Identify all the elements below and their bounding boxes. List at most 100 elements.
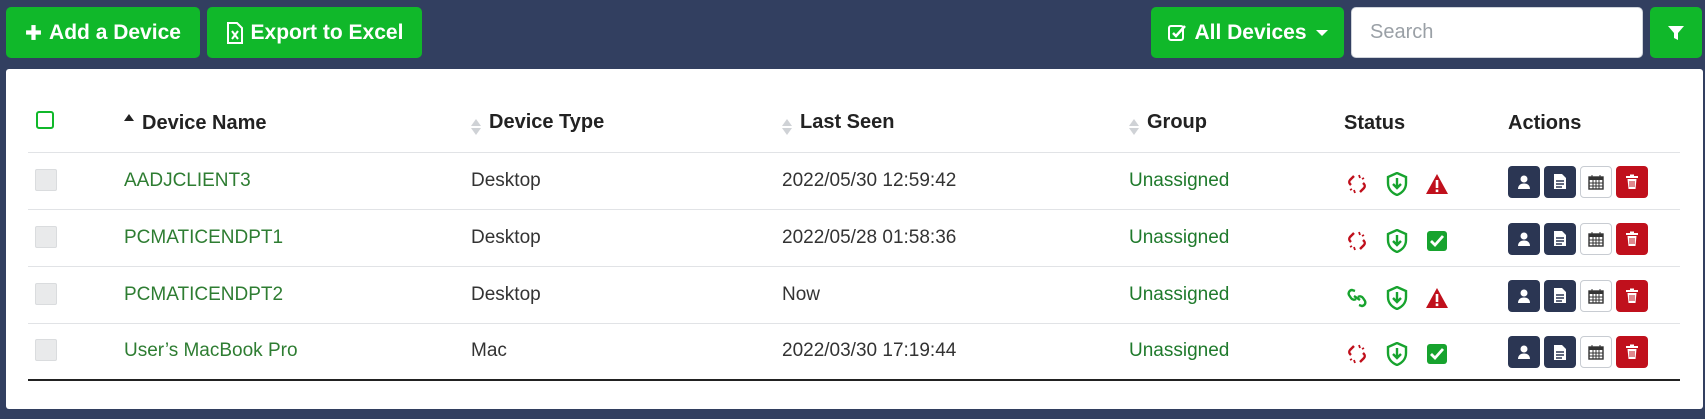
sort-ascending-icon: [124, 113, 134, 121]
trash-icon: [1626, 344, 1638, 360]
device-group: Unassigned: [1129, 169, 1230, 191]
device-name-link[interactable]: PCMATICENDPT1: [124, 227, 283, 248]
user-icon: [1518, 289, 1530, 303]
export-excel-label: Export to Excel: [250, 20, 404, 44]
delete-action-button[interactable]: [1616, 165, 1648, 198]
document-icon: [1554, 231, 1566, 246]
all-devices-label: All Devices: [1194, 20, 1307, 44]
user-action-button[interactable]: [1508, 165, 1540, 198]
excel-file-icon: [226, 21, 243, 44]
row-actions: [1508, 334, 1680, 369]
calendar-action-button[interactable]: [1580, 279, 1612, 312]
column-actions-label: Actions: [1508, 111, 1582, 134]
status-icons: [1344, 222, 1508, 254]
calendar-icon: [1588, 288, 1604, 304]
select-all-checkbox[interactable]: [36, 110, 54, 129]
search-input[interactable]: [1351, 7, 1643, 58]
device-name-link[interactable]: User’s MacBook Pro: [124, 340, 298, 361]
check-icon: [1424, 341, 1450, 367]
device-type: Mac: [471, 340, 507, 362]
device-name-link[interactable]: AADJCLIENT3: [124, 170, 251, 191]
column-last-seen[interactable]: Last Seen: [782, 91, 1129, 153]
column-device-type[interactable]: Device Type: [471, 91, 782, 153]
calendar-action-button[interactable]: [1580, 165, 1612, 198]
shield-icon: [1384, 171, 1410, 197]
last-seen: 2022/05/28 01:58:36: [782, 226, 957, 248]
warning-icon: [1424, 285, 1450, 311]
table-row: User’s MacBook Pro Mac 2022/03/30 17:19:…: [28, 323, 1680, 381]
delete-action-button[interactable]: [1616, 222, 1648, 255]
warning-icon: [1424, 171, 1450, 197]
user-action-button[interactable]: [1508, 279, 1540, 312]
row-actions: [1508, 164, 1680, 198]
calendar-action-button[interactable]: [1580, 336, 1612, 369]
document-icon: [1554, 288, 1566, 303]
broken-link-icon: [1344, 171, 1370, 197]
checkbox-icon: [1168, 24, 1187, 41]
calendar-icon: [1588, 174, 1604, 190]
last-seen: 2022/05/30 12:59:42: [782, 169, 957, 191]
toolbar: Add a Device Export to Excel All Devices: [0, 0, 1705, 68]
user-action-button[interactable]: [1508, 222, 1540, 255]
device-group: Unassigned: [1129, 226, 1230, 248]
row-checkbox[interactable]: [35, 282, 57, 305]
column-last-seen-label: Last Seen: [800, 111, 895, 134]
last-seen: Now: [782, 283, 821, 305]
last-seen: 2022/03/30 17:19:44: [782, 340, 957, 362]
column-actions: Actions: [1508, 91, 1680, 153]
device-type: Desktop: [471, 169, 541, 191]
user-action-button[interactable]: [1508, 336, 1540, 369]
status-icons: [1344, 165, 1508, 197]
export-excel-button[interactable]: Export to Excel: [207, 7, 422, 58]
column-device-name[interactable]: Device Name: [124, 91, 471, 153]
column-status: Status: [1344, 91, 1508, 153]
user-icon: [1518, 345, 1530, 360]
device-type: Desktop: [471, 283, 541, 305]
link-icon: [1344, 285, 1370, 311]
calendar-icon: [1588, 345, 1604, 360]
device-name-link[interactable]: PCMATICENDPT2: [124, 284, 283, 305]
delete-action-button[interactable]: [1616, 279, 1648, 312]
funnel-icon: [1668, 25, 1684, 40]
row-checkbox[interactable]: [35, 168, 57, 191]
status-icons: [1344, 279, 1508, 311]
calendar-icon: [1588, 231, 1604, 247]
column-device-type-label: Device Type: [489, 111, 605, 134]
broken-link-icon: [1344, 228, 1370, 254]
column-group[interactable]: Group: [1129, 91, 1344, 153]
row-checkbox[interactable]: [35, 339, 57, 362]
column-group-label: Group: [1147, 111, 1207, 134]
document-action-button[interactable]: [1544, 279, 1576, 312]
shield-icon: [1384, 228, 1410, 254]
device-group: Unassigned: [1129, 340, 1230, 362]
document-icon: [1554, 174, 1566, 189]
table-row: AADJCLIENT3 Desktop 2022/05/30 12:59:42 …: [28, 152, 1680, 210]
sort-icon: [1129, 119, 1139, 136]
column-device-name-label: Device Name: [142, 111, 267, 134]
table-row: PCMATICENDPT2 Desktop Now Unassigned: [28, 266, 1680, 324]
user-icon: [1518, 175, 1530, 189]
document-action-button[interactable]: [1544, 165, 1576, 198]
devices-table: Device Name Device Type Last Seen Group …: [28, 91, 1680, 381]
chevron-down-icon: [1315, 29, 1328, 36]
devices-panel: Device Name Device Type Last Seen Group …: [6, 69, 1703, 409]
row-actions: [1508, 278, 1680, 312]
select-all-cell: [28, 91, 124, 153]
delete-action-button[interactable]: [1616, 336, 1648, 369]
device-group: Unassigned: [1129, 283, 1230, 305]
document-action-button[interactable]: [1544, 222, 1576, 255]
broken-link-icon: [1344, 341, 1370, 367]
sort-icon: [471, 119, 481, 136]
shield-icon: [1384, 285, 1410, 311]
row-checkbox[interactable]: [35, 225, 57, 248]
trash-icon: [1626, 174, 1638, 189]
device-type: Desktop: [471, 226, 541, 248]
calendar-action-button[interactable]: [1580, 222, 1612, 255]
table-header-row: Device Name Device Type Last Seen Group …: [28, 91, 1680, 153]
add-device-button[interactable]: Add a Device: [6, 7, 200, 58]
document-icon: [1554, 344, 1566, 360]
filter-button[interactable]: [1650, 7, 1702, 58]
trash-icon: [1626, 231, 1638, 246]
all-devices-dropdown[interactable]: All Devices: [1151, 7, 1344, 58]
document-action-button[interactable]: [1544, 336, 1576, 369]
